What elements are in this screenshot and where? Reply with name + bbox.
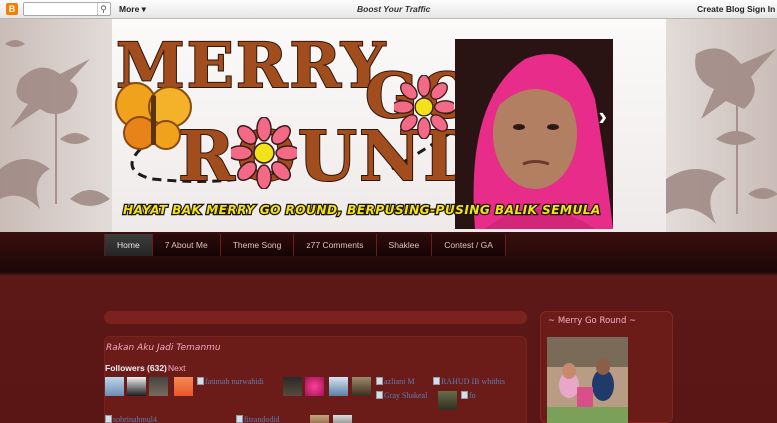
follower-link[interactable]: fo (461, 391, 476, 400)
search-input[interactable]: ⚲ (23, 2, 111, 16)
blog-header-banner[interactable]: MERRY GO ROUND › HAYAT BAK MERRY GO ROUN… (112, 19, 666, 232)
broken-image-icon (197, 377, 204, 385)
broken-image-icon (376, 377, 383, 385)
tab-contest[interactable]: Contest / GA (432, 234, 506, 256)
pink-flower-icon (394, 75, 454, 139)
follower-link[interactable]: sobrinahmul4 (105, 415, 157, 423)
follower-avatar[interactable] (283, 377, 302, 396)
follower-link[interactable]: fatimah nurwahidi (197, 377, 264, 386)
followers-next-link[interactable]: Next (168, 363, 185, 373)
next-arrow-icon[interactable]: › (598, 101, 607, 132)
blogger-navbar: B ⚲ More ▾ Boost Your Traffic Create Blo… (0, 0, 777, 19)
tab-comments[interactable]: z77 Comments (294, 234, 377, 256)
follower-avatar[interactable] (149, 377, 168, 396)
header-portrait-photo: › (455, 39, 613, 229)
follower-name: Gray Shakeal (384, 391, 428, 400)
follower-name: azliani M (384, 377, 415, 386)
tab-theme-song[interactable]: Theme Song (220, 234, 295, 256)
follower-name: sobrinahmul4 (113, 415, 157, 423)
follower-link[interactable]: Gray Shakeal (376, 391, 427, 400)
follower-avatar[interactable] (305, 377, 324, 396)
follower-name: RAHUD IB whithis (441, 377, 506, 386)
tab-shaklee[interactable]: Shaklee (376, 234, 433, 256)
blog-tagline: HAYAT BAK MERRY GO ROUND, BERPUSING-PUSI… (122, 202, 602, 219)
page-menu: Home 7 About Me Theme Song z77 Comments … (104, 234, 506, 256)
follower-avatar[interactable] (333, 415, 352, 423)
butterfly-icon (115, 82, 192, 150)
follower-avatar[interactable] (127, 377, 146, 396)
broken-image-icon (461, 391, 468, 399)
tab-home[interactable]: Home (105, 234, 153, 256)
follower-avatar[interactable] (105, 377, 124, 396)
boost-traffic-link[interactable]: Boost Your Traffic (357, 4, 430, 14)
widget-title: Rakan Aku Jadi Temanmu (106, 343, 221, 353)
follower-avatar[interactable] (329, 377, 348, 396)
broken-image-icon (433, 377, 440, 385)
sign-in-link[interactable]: Sign In (747, 4, 775, 14)
tab-about-me[interactable]: 7 About Me (152, 234, 221, 256)
pink-flower-icon (231, 117, 297, 189)
right-hummingbird-decoration (666, 19, 777, 232)
follower-link[interactable]: fitrandodid (236, 415, 280, 423)
follower-avatar[interactable] (310, 415, 329, 423)
left-hummingbird-decoration (0, 19, 112, 232)
broken-image-icon (376, 391, 383, 399)
create-blog-link[interactable]: Create Blog (697, 4, 745, 14)
search-icon[interactable]: ⚲ (97, 3, 109, 15)
sidebar-family-photo[interactable] (547, 337, 628, 423)
follower-avatar[interactable] (438, 391, 457, 410)
follower-avatar[interactable] (174, 377, 193, 396)
more-menu-button[interactable]: More ▾ (119, 4, 146, 15)
follower-name: fatimah nurwahidi (205, 377, 264, 386)
follower-name: fitrandodid (244, 415, 280, 423)
follower-link[interactable]: RAHUD IB whithis (433, 377, 505, 386)
follower-avatar[interactable] (352, 377, 371, 396)
follower-name: fo (469, 391, 476, 400)
broken-image-icon (236, 415, 243, 423)
broken-image-icon (105, 415, 112, 423)
followers-heading: Followers (632) (105, 363, 167, 373)
follower-link[interactable]: azliani M (376, 377, 414, 386)
sidebar-widget-title: ~ Merry Go Round ~ (548, 316, 637, 326)
content-top-bar (104, 311, 527, 324)
blogger-logo-icon[interactable]: B (6, 3, 18, 15)
